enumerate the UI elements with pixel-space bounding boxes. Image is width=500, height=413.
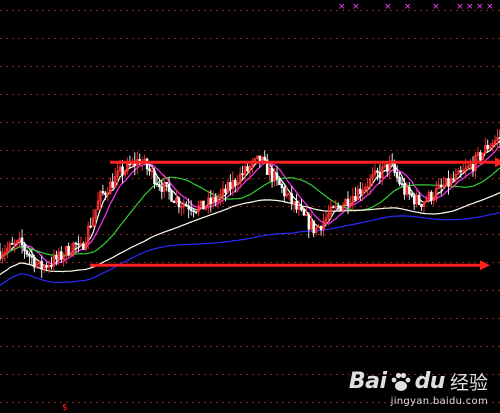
candle-down — [447, 178, 450, 187]
candle-down — [229, 182, 232, 189]
candle-down — [153, 170, 156, 184]
candle-down — [278, 178, 281, 186]
top-marker: × — [404, 2, 412, 12]
candle-down — [412, 195, 416, 205]
candle-down — [339, 206, 342, 211]
top-marker: × — [384, 2, 392, 12]
candle-down — [486, 144, 489, 150]
candle-down — [312, 220, 315, 234]
top-marker: × — [432, 2, 440, 12]
candle-down — [187, 205, 190, 210]
candle-down — [302, 209, 306, 216]
candle-down — [258, 155, 262, 162]
candle-down — [158, 183, 161, 188]
candle-down — [471, 164, 475, 171]
candle-down — [148, 168, 151, 172]
candle-down — [307, 214, 311, 230]
candle-down — [398, 176, 401, 185]
candle-down — [55, 255, 58, 260]
top-marker: × — [352, 2, 360, 12]
candle-down — [189, 208, 193, 211]
bottom-marker: $ — [62, 403, 68, 413]
stock-chart: × × × × × × × × × $ Bai du 经验 jingyan.baidu.com — [0, 0, 500, 413]
candle-down — [33, 256, 36, 268]
candle-down — [452, 178, 455, 181]
candle-down — [192, 210, 195, 213]
candle-down — [270, 167, 274, 182]
candle-down — [82, 243, 85, 250]
candle-down — [300, 207, 303, 211]
top-marker: × — [486, 2, 494, 12]
candle-down — [410, 193, 413, 197]
top-marker: × — [456, 2, 464, 12]
top-marker: × — [466, 2, 474, 12]
candle-down — [45, 265, 48, 268]
candle-down — [263, 156, 266, 161]
candle-down — [408, 187, 411, 195]
candle-down — [295, 201, 298, 210]
candle-down — [332, 206, 335, 209]
candle-down — [224, 188, 227, 193]
candle-down — [145, 158, 149, 170]
candle-down — [172, 200, 176, 203]
candle-down — [417, 194, 421, 205]
candle-down — [202, 200, 205, 210]
candle-down — [290, 193, 293, 205]
candle-down — [155, 183, 159, 186]
candle-down — [233, 179, 237, 186]
candle-down — [165, 181, 168, 185]
candle-down — [479, 152, 482, 160]
candle-down — [385, 164, 389, 172]
candle-down — [275, 172, 279, 180]
candle-down — [439, 184, 443, 188]
candle-down — [194, 211, 198, 214]
candle-down — [246, 166, 249, 172]
candle-down — [378, 171, 382, 179]
candle-down — [459, 170, 462, 173]
candle-down — [160, 186, 163, 192]
candle-down — [20, 237, 24, 246]
candle-down — [28, 253, 31, 257]
candle-down — [400, 183, 404, 186]
candle-down — [395, 172, 399, 178]
candle-down — [60, 251, 63, 260]
candle-down — [40, 261, 43, 270]
candle-down — [241, 173, 244, 176]
candle-down — [319, 225, 323, 231]
candle-down — [403, 183, 406, 195]
candle-down — [167, 183, 171, 192]
candle-down — [280, 184, 284, 188]
candle-down — [77, 243, 80, 246]
candle-down — [74, 242, 78, 245]
top-marker: × — [338, 2, 346, 12]
candle-down — [89, 225, 92, 228]
candle-down — [101, 191, 105, 194]
candle-down — [283, 187, 286, 197]
candle-down — [346, 198, 350, 207]
candle-down — [23, 244, 26, 252]
candle-down — [420, 203, 423, 207]
candle-down — [393, 163, 396, 173]
candle-down — [170, 190, 173, 202]
top-marker: × — [476, 2, 484, 12]
candle-down — [177, 197, 181, 208]
candle-down — [104, 192, 107, 196]
candle-down — [214, 196, 217, 203]
candle-down — [67, 245, 70, 256]
candle-down — [184, 204, 188, 207]
candlestick-chart: × × × × × × × × ×$ — [0, 0, 500, 413]
candle-down — [376, 170, 379, 173]
candle-down — [10, 242, 14, 245]
candle-down — [209, 197, 212, 204]
candle-down — [50, 264, 53, 267]
candle-down — [0, 251, 2, 259]
candle-down — [111, 181, 115, 188]
candle-down — [121, 166, 124, 176]
candle-down — [358, 188, 362, 194]
candle-down — [25, 250, 29, 255]
candle-down — [30, 255, 34, 258]
candle-down — [430, 191, 433, 201]
candle-down — [336, 205, 340, 208]
candle-down — [354, 195, 357, 201]
